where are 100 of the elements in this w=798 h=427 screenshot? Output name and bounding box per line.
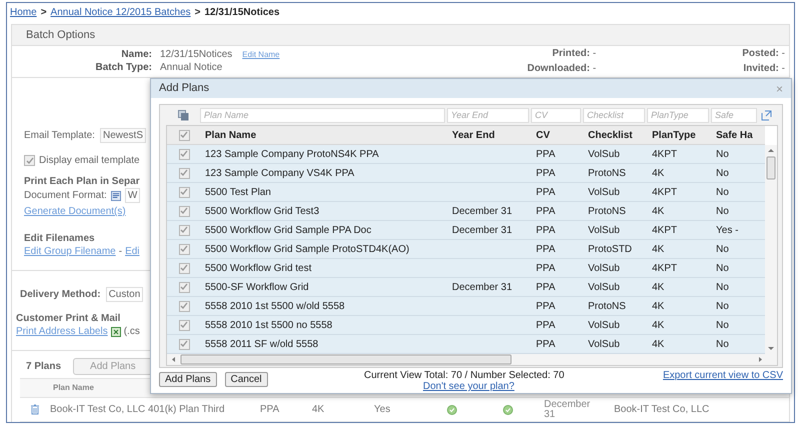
filter-input[interactable]: CV <box>531 108 581 122</box>
print-labels-link[interactable]: Print Address Labels <box>16 325 108 338</box>
filter-input[interactable]: PlanType <box>647 108 709 122</box>
table-cell-text: PPA <box>535 204 556 218</box>
checkbox[interactable] <box>178 262 190 274</box>
checkbox[interactable] <box>178 244 190 254</box>
table-cell-text: VolSub <box>587 262 621 276</box>
table-cell-text: 5558 2010 1st 5500 no 5558 <box>204 318 334 332</box>
breadcrumb-link[interactable]: Home <box>10 4 37 20</box>
checkbox[interactable] <box>178 320 190 330</box>
column-header: CV <box>535 128 551 142</box>
table-cell-text: Yes <box>374 403 392 417</box>
breadcrumb-current: 12/31/15Notices <box>204 6 280 20</box>
field-value: 12/31/15Notices <box>160 48 232 61</box>
dialog-button[interactable]: Add Plans <box>159 372 217 387</box>
column-header: Plan Name <box>204 128 258 142</box>
table-cell-text: 4KPT <box>651 148 678 162</box>
filter-input[interactable]: Checklist <box>583 108 645 122</box>
check-circle-icon <box>447 404 457 414</box>
filter-input[interactable]: Year End <box>447 108 529 122</box>
checkbox-label: Display email template <box>39 154 140 167</box>
checkbox[interactable] <box>178 300 190 312</box>
table-cell-text: 4K <box>651 166 666 180</box>
table-cell-text: 4KPT <box>651 262 678 276</box>
table-cell-text: December 31 <box>543 400 592 420</box>
breadcrumb-separator: > <box>194 6 200 20</box>
table-cell-text: Book-IT Test Co, LLC <box>613 403 710 417</box>
table-cell-text: 4K <box>651 300 666 314</box>
edit-group-link[interactable]: Edit Group Filename <box>24 245 116 258</box>
breadcrumb-separator: > <box>40 6 47 20</box>
table-cell-text: ProtoSTD <box>587 242 633 256</box>
table-cell-text: VolSub <box>587 224 621 238</box>
table-cell-text: 4K <box>651 242 666 256</box>
status-text: Printed: - <box>551 48 596 60</box>
table-cell-text: No <box>715 166 730 180</box>
filter-input[interactable]: Safe <box>711 108 757 122</box>
section-heading: Edit Filenames <box>24 232 95 245</box>
help-link[interactable]: Don't see your plan? <box>423 381 514 393</box>
section-heading: Customer Print & Mail <box>16 312 120 325</box>
checkbox[interactable] <box>178 338 190 350</box>
table-cell-text: 5500 Workflow Grid Test3 <box>204 204 320 218</box>
table-cell-text: December 31 <box>451 280 514 294</box>
table-cell-text: VolSub <box>587 186 621 200</box>
table-cell-text: PPA <box>535 300 556 314</box>
table-cell-text: 4K <box>651 318 666 332</box>
field-label: Name: <box>120 48 152 61</box>
table-cell-text: No <box>715 338 730 352</box>
table-cell-text: No <box>715 242 730 256</box>
document-icon <box>110 190 121 200</box>
selection-summary: Current View Total: 70 / Number Selected: 70 <box>364 370 564 382</box>
template-dropdown[interactable]: NewestS <box>100 128 146 143</box>
dialog-button[interactable]: Cancel <box>224 372 268 387</box>
checkbox[interactable] <box>178 148 190 160</box>
table-cell-text: December 31 <box>451 224 514 238</box>
edit-link[interactable]: Edi <box>125 245 140 258</box>
table-cell-text: 5558 2010 1st 5500 w/old 5558 <box>204 300 346 314</box>
checkbox[interactable] <box>178 168 190 178</box>
table-cell-text: Yes - <box>715 224 740 238</box>
breadcrumb-link[interactable]: Annual Notice 12/2015 Batches <box>50 4 191 20</box>
table-cell-text: 123 Sample Company ProtoNS4K PPA <box>204 148 380 162</box>
checkbox[interactable] <box>178 130 190 140</box>
table-cell-text: VolSub <box>587 318 621 332</box>
format-dropdown[interactable]: W <box>124 188 140 203</box>
table-cell-text: 4KPT <box>651 224 678 238</box>
table-cell-text: 4K <box>651 204 666 218</box>
table-cell-text: No <box>715 300 730 314</box>
checkbox[interactable] <box>178 224 190 236</box>
table-cell-text: VolSub <box>587 148 621 162</box>
table-cell-text: VolSub <box>587 280 621 294</box>
export-link[interactable]: Export current view to CSV <box>662 370 783 382</box>
table-cell-text: 123 Sample Company VS4K PPA <box>204 166 356 180</box>
table-cell-text: 5500 Workflow Grid Sample PPA Doc <box>204 224 372 238</box>
table-cell-text: PPA <box>535 224 556 238</box>
trash-icon <box>30 404 40 415</box>
table-cell-text: PPA <box>535 280 556 294</box>
table-cell-text: PPA <box>260 403 280 417</box>
checkbox[interactable] <box>178 282 190 292</box>
edit-name-link[interactable]: Edit Name <box>242 48 280 61</box>
checkbox[interactable] <box>24 155 35 166</box>
export-icon <box>761 110 772 120</box>
table-cell-text: No <box>715 262 730 276</box>
generate-link[interactable]: Generate Document(s) <box>24 205 126 218</box>
table-cell-text: No <box>715 318 730 332</box>
spreadsheet-icon <box>110 326 121 336</box>
table-cell-text: 5558 2011 SF w/old 5558 <box>204 338 320 352</box>
table-cell-text: ProtoNS <box>587 204 627 218</box>
field-label: Batch Type: <box>94 61 152 74</box>
link-separator: - <box>118 245 122 258</box>
table-cell-text: 4K <box>312 403 326 417</box>
checkbox[interactable] <box>178 186 190 198</box>
table-cell-text: 4KPT <box>651 186 678 200</box>
panel-title: Batch Options <box>12 25 789 46</box>
delivery-dropdown[interactable]: Custon <box>106 287 144 302</box>
table-cell-text: PPA <box>535 166 556 180</box>
table-cell-text: PPA <box>535 148 556 162</box>
check-circle-icon <box>503 404 513 414</box>
plans-count: 7 Plans <box>26 360 62 374</box>
table-cell-text: 4K <box>651 280 666 294</box>
checkbox[interactable] <box>178 206 190 216</box>
filter-input[interactable]: Plan Name <box>200 108 445 122</box>
